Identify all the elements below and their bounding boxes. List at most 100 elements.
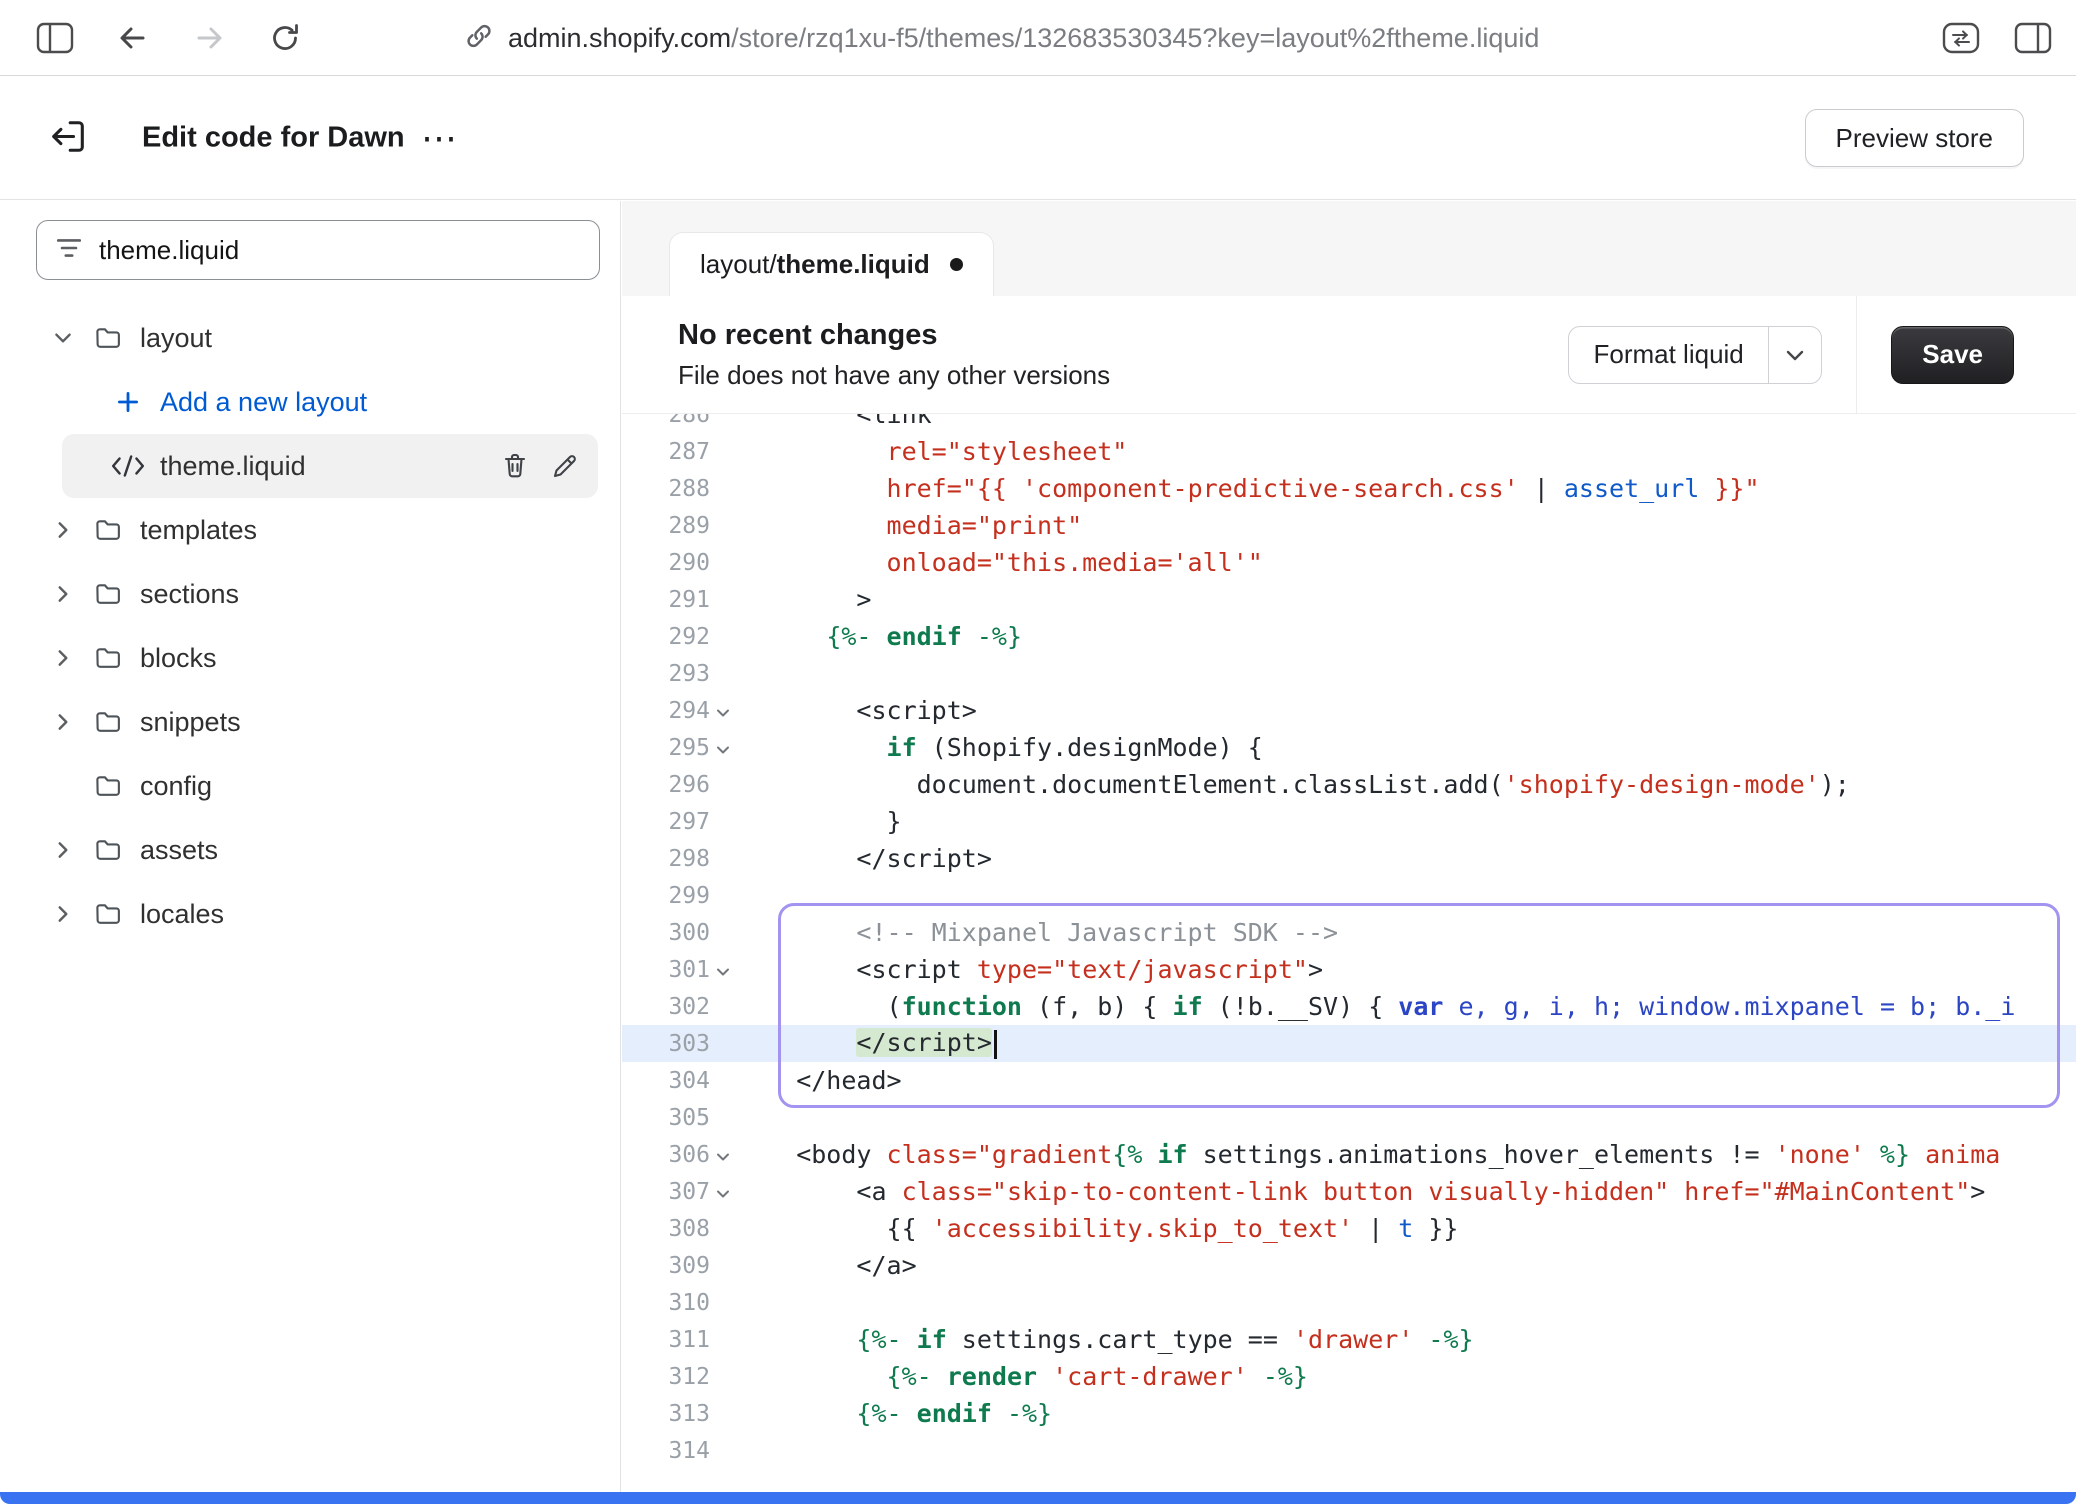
code-text[interactable]: {{ 'accessibility.skip_to_text' | t }} (736, 1214, 2076, 1243)
sidebar-item-blocks[interactable]: blocks (0, 626, 598, 690)
code-line[interactable]: 299 (622, 877, 2076, 914)
filter-icon (55, 236, 83, 265)
fold-chevron-icon[interactable] (710, 1144, 736, 1166)
sidebar-item-layout[interactable]: layout (0, 306, 598, 370)
code-line[interactable]: 296 document.documentElement.classList.a… (622, 766, 2076, 803)
code-text[interactable]: (function (f, b) { if (!b.__SV) { var e,… (736, 992, 2076, 1021)
exit-button[interactable] (46, 115, 90, 162)
code-line[interactable]: 300 <!-- Mixpanel Javascript SDK --> (622, 914, 2076, 951)
code-editor[interactable]: 286 <link287 rel="stylesheet"288 href="{… (622, 414, 2076, 1492)
fold-spacer (710, 931, 736, 935)
address-bar[interactable]: admin.shopify.com/store/rzq1xu-f5/themes… (464, 0, 1539, 76)
code-text[interactable]: if (Shopify.designMode) { (736, 733, 2076, 762)
right-sidebar-toggle-icon[interactable] (2014, 22, 2052, 54)
save-button[interactable]: Save (1891, 326, 2014, 384)
code-line[interactable]: 305 (622, 1099, 2076, 1136)
delete-file-icon[interactable] (498, 449, 532, 483)
text-cursor (994, 1030, 997, 1059)
code-text[interactable]: <a class="skip-to-content-link button vi… (736, 1177, 2076, 1206)
chevron-right-icon[interactable] (50, 647, 76, 669)
code-line[interactable]: 309 </a> (622, 1247, 2076, 1284)
code-line[interactable]: 308 {{ 'accessibility.skip_to_text' | t … (622, 1210, 2076, 1247)
chevron-right-icon[interactable] (50, 839, 76, 861)
sidebar-item-snippets[interactable]: snippets (0, 690, 598, 754)
line-number: 300 (622, 920, 710, 946)
code-line[interactable]: 293 (622, 655, 2076, 692)
code-line[interactable]: 286 <link (622, 414, 2076, 433)
fold-chevron-icon[interactable] (710, 700, 736, 722)
chevron-down-icon[interactable] (1769, 343, 1821, 367)
sidebar-item-theme-liquid[interactable]: theme.liquid (62, 434, 598, 498)
code-line[interactable]: 288 href="{{ 'component-predictive-searc… (622, 470, 2076, 507)
code-text[interactable]: </script> (736, 1028, 2076, 1059)
sidebar-item-templates[interactable]: templates (0, 498, 598, 562)
code-text[interactable]: <link (736, 414, 2076, 429)
code-line[interactable]: 292 {%- endif -%} (622, 618, 2076, 655)
code-text[interactable]: media="print" (736, 511, 2076, 540)
code-line[interactable]: 313 {%- endif -%} (622, 1395, 2076, 1432)
code-line[interactable]: 314 (622, 1432, 2076, 1469)
forward-button[interactable] (194, 22, 226, 54)
code-text[interactable]: {%- render 'cart-drawer' -%} (736, 1362, 2076, 1391)
file-search-box[interactable] (36, 220, 600, 280)
sidebar-item-locales[interactable]: locales (0, 882, 598, 946)
code-text[interactable]: {%- endif -%} (736, 622, 2076, 651)
extensions-icon[interactable] (1942, 22, 1980, 54)
code-line[interactable]: 291 > (622, 581, 2076, 618)
back-button[interactable] (116, 22, 148, 54)
code-text[interactable]: <script type="text/javascript"> (736, 955, 2076, 984)
code-text[interactable]: rel="stylesheet" (736, 437, 2076, 466)
tab-layout-theme-liquid[interactable]: layout/theme.liquid (669, 232, 994, 296)
code-line[interactable]: 304 </head> (622, 1062, 2076, 1099)
sidebar-item-assets[interactable]: assets (0, 818, 598, 882)
code-text[interactable]: onload="this.media='all'" (736, 548, 2076, 577)
code-line[interactable]: 311 {%- if settings.cart_type == 'drawer… (622, 1321, 2076, 1358)
code-text[interactable]: <script> (736, 696, 2076, 725)
window-sidebar-toggle-icon[interactable] (36, 22, 74, 54)
format-liquid-button[interactable]: Format liquid (1568, 326, 1822, 384)
code-line[interactable]: 301 <script type="text/javascript"> (622, 951, 2076, 988)
edit-file-icon[interactable] (548, 449, 582, 483)
fold-chevron-icon[interactable] (710, 737, 736, 759)
code-text[interactable]: </head> (736, 1066, 2076, 1095)
chevron-right-icon[interactable] (50, 903, 76, 925)
code-line[interactable]: 303 </script> (622, 1025, 2076, 1062)
fold-chevron-icon[interactable] (710, 959, 736, 981)
code-text[interactable]: </a> (736, 1251, 2076, 1280)
code-line[interactable]: 290 onload="this.media='all'" (622, 544, 2076, 581)
code-line[interactable]: 302 (function (f, b) { if (!b.__SV) { va… (622, 988, 2076, 1025)
code-text[interactable]: </script> (736, 844, 2076, 873)
code-line[interactable]: 312 {%- render 'cart-drawer' -%} (622, 1358, 2076, 1395)
fold-spacer (710, 1449, 736, 1453)
chevron-right-icon[interactable] (50, 583, 76, 605)
code-text[interactable]: {%- endif -%} (736, 1399, 2076, 1428)
code-line[interactable]: 306 <body class="gradient{% if settings.… (622, 1136, 2076, 1173)
code-text[interactable]: <!-- Mixpanel Javascript SDK --> (736, 918, 2076, 947)
sidebar-item-sections[interactable]: sections (0, 562, 598, 626)
code-line[interactable]: 307 <a class="skip-to-content-link butto… (622, 1173, 2076, 1210)
code-line[interactable]: 287 rel="stylesheet" (622, 433, 2076, 470)
code-text[interactable]: } (736, 807, 2076, 836)
code-line[interactable]: 289 media="print" (622, 507, 2076, 544)
preview-store-button[interactable]: Preview store (1805, 109, 2025, 167)
reload-button[interactable] (268, 21, 302, 55)
code-text[interactable]: {%- if settings.cart_type == 'drawer' -%… (736, 1325, 2076, 1354)
chevron-right-icon[interactable] (50, 711, 76, 733)
chevron-right-icon[interactable] (50, 519, 76, 541)
code-text[interactable]: href="{{ 'component-predictive-search.cs… (736, 474, 2076, 503)
sidebar-item-add-a-new-layout[interactable]: Add a new layout (62, 370, 598, 434)
code-line[interactable]: 310 (622, 1284, 2076, 1321)
code-line[interactable]: 294 <script> (622, 692, 2076, 729)
code-text[interactable]: document.documentElement.classList.add('… (736, 770, 2076, 799)
code-line[interactable]: 297 } (622, 803, 2076, 840)
fold-spacer (710, 450, 736, 454)
sidebar-item-config[interactable]: config (0, 754, 598, 818)
fold-chevron-icon[interactable] (710, 1181, 736, 1203)
file-search-input[interactable] (97, 234, 581, 267)
code-text[interactable]: > (736, 585, 2076, 614)
code-text[interactable]: <body class="gradient{% if settings.anim… (736, 1140, 2076, 1169)
code-line[interactable]: 295 if (Shopify.designMode) { (622, 729, 2076, 766)
overflow-menu-button[interactable]: ⋯ (415, 119, 465, 157)
chevron-down-icon[interactable] (50, 327, 76, 349)
code-line[interactable]: 298 </script> (622, 840, 2076, 877)
